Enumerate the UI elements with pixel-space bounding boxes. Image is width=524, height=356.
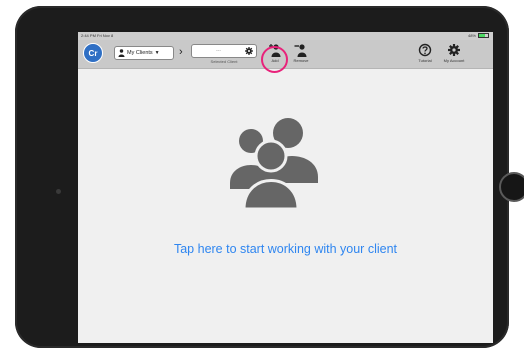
gear-icon[interactable] bbox=[245, 47, 253, 55]
status-bar: 2:44 PM Fri Nov 8 48% bbox=[78, 32, 493, 40]
my-account-label: My Account bbox=[443, 58, 465, 63]
add-highlight-ring bbox=[261, 46, 288, 73]
remove-user-icon bbox=[294, 44, 307, 57]
person-icon bbox=[118, 49, 125, 57]
app-screen: 2:44 PM Fri Nov 8 48% Cr My Clients ▼ › … bbox=[78, 32, 493, 343]
chevron-down-icon: ▼ bbox=[154, 50, 160, 56]
tutorial-label: Tutorial bbox=[418, 58, 432, 63]
my-clients-label: My Clients bbox=[127, 50, 153, 56]
status-right: 48% bbox=[468, 33, 489, 38]
help-icon bbox=[418, 43, 432, 57]
selected-client-field[interactable]: --- bbox=[191, 44, 257, 58]
chevron-right-icon: › bbox=[179, 46, 183, 58]
remove-client-button[interactable]: Remove bbox=[288, 42, 314, 66]
battery-icon bbox=[478, 33, 489, 38]
battery-percent: 48% bbox=[467, 33, 476, 38]
remove-label: Remove bbox=[293, 58, 309, 63]
tablet-frame: 2:44 PM Fri Nov 8 48% Cr My Clients ▼ › … bbox=[15, 6, 524, 348]
account-gear-icon bbox=[448, 44, 460, 56]
front-camera bbox=[56, 189, 61, 194]
my-account-button[interactable]: My Account bbox=[438, 42, 470, 66]
selected-client-caption: Selected Client bbox=[210, 59, 238, 64]
home-button[interactable] bbox=[499, 172, 524, 202]
selected-client-value: --- bbox=[216, 48, 221, 54]
tutorial-button[interactable]: Tutorial bbox=[412, 42, 438, 66]
status-time: 2:44 PM Fri Nov 8 bbox=[81, 33, 114, 38]
app-logo[interactable]: Cr bbox=[83, 43, 103, 63]
client-group-icon[interactable] bbox=[220, 111, 328, 209]
my-clients-dropdown[interactable]: My Clients ▼ bbox=[114, 46, 174, 60]
start-working-link[interactable]: Tap here to start working with your clie… bbox=[78, 242, 493, 256]
app-toolbar: Cr My Clients ▼ › --- Selected Client Ad… bbox=[78, 40, 493, 73]
